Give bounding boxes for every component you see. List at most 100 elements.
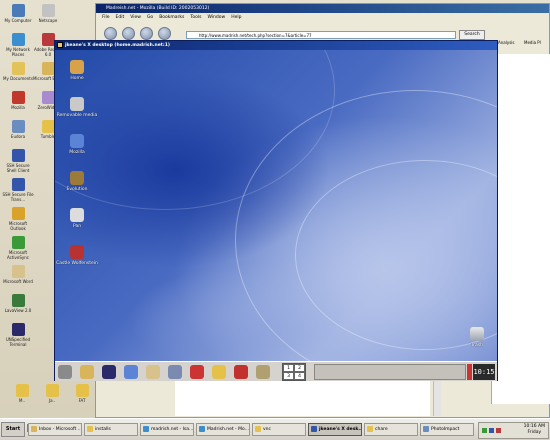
desktop-icon-glyph <box>41 91 55 104</box>
search-button[interactable]: Search <box>459 30 485 40</box>
taskbar-button[interactable]: madrish.net - Isa... <box>140 423 194 436</box>
desktop-icon[interactable]: Microsoft Outlook <box>2 207 34 231</box>
desktop-icon[interactable]: Eudora <box>2 120 34 139</box>
desktop-icon[interactable]: Netscape <box>32 4 64 23</box>
task-icon <box>31 426 37 432</box>
taskbar-button[interactable]: Madrish.net - Mo... <box>196 423 250 436</box>
desktop-icon[interactable]: My Documents <box>2 62 34 81</box>
panel-taskbar[interactable] <box>314 364 466 380</box>
taskbar-button[interactable]: PhotoImpact <box>420 423 474 436</box>
desktop-icon[interactable]: Microsoft ActiveSync <box>2 236 34 260</box>
vnc-title-bar[interactable]: jkeane's X desktop (home.madrish.net:1) <box>55 41 497 50</box>
url-input[interactable]: http://www.madrish.net/tech.php?section=… <box>186 31 456 39</box>
desktop-icon-glyph <box>11 4 25 17</box>
desktop-icon-label: Mozilla <box>11 105 25 110</box>
tray-alert-icon[interactable] <box>496 428 501 433</box>
pager-desktop-4[interactable]: 4 <box>294 372 305 380</box>
desktop-icon-bottom-2[interactable]: Ja.. <box>36 384 68 403</box>
desktop-icon[interactable]: SSH Secure File Trans... <box>2 178 34 202</box>
tray-network-icon[interactable] <box>482 428 487 433</box>
menu-item[interactable]: Tools <box>190 15 201 20</box>
kde-icon-glyph <box>70 97 84 111</box>
desktop-icon-glyph <box>11 236 25 249</box>
menu-item[interactable]: Go <box>147 15 153 20</box>
taskbar-button[interactable]: Inbox - Microsoft ... <box>28 423 82 436</box>
desktop-icon[interactable]: Microsoft Word <box>2 265 34 284</box>
desktop-icon-glyph <box>11 149 25 162</box>
menu-item[interactable]: Window <box>207 15 225 20</box>
task-label: madrish.net - Isa... <box>151 427 194 432</box>
desktop-icon[interactable]: My Network Places <box>2 33 34 57</box>
vnc-app-icon <box>57 42 63 48</box>
kde-desktop-icon[interactable]: Removable media <box>55 97 99 119</box>
media-player-label[interactable]: Media Pl <box>524 40 541 45</box>
pager-desktop-3[interactable]: 3 <box>283 372 294 380</box>
taskbar-button[interactable]: jkeane's X desk... <box>308 423 362 436</box>
kde-desktop-icon[interactable]: Mozilla <box>55 134 99 156</box>
mozilla-scrollbar[interactable] <box>433 378 441 416</box>
desktop-icon[interactable]: UNSpecified Terminal <box>2 323 34 347</box>
desktop-icon[interactable]: Mozilla <box>2 91 34 110</box>
virtual-desktop-pager[interactable]: 1 2 3 4 <box>282 363 306 381</box>
kde-desktop-icon[interactable]: Pan <box>55 208 99 230</box>
settings-icon[interactable] <box>168 365 182 379</box>
clock-day: Friday <box>527 430 542 435</box>
system-clock[interactable]: 10:16 AM Friday <box>524 424 545 436</box>
task-label: installs <box>95 427 111 432</box>
kde-icon-glyph <box>70 60 84 74</box>
kde-icon-label: Mozilla <box>69 150 85 155</box>
desktop-icon-label: Microsoft Word <box>3 279 33 284</box>
analysis-label[interactable]: Analysis <box>498 40 514 45</box>
desktop-icon[interactable]: SSH Secure Shell Client <box>2 149 34 173</box>
desktop-icon-glyph <box>41 4 55 17</box>
taskbar-button[interactable]: chare <box>364 423 418 436</box>
vnc-title-text: jkeane's X desktop (home.madrish.net:1) <box>65 43 170 48</box>
task-icon <box>367 426 373 432</box>
desktop-icon-bottom-3[interactable]: FAT <box>66 384 98 403</box>
forward-button[interactable] <box>122 27 135 40</box>
desktop-icon[interactable]: My Computer <box>2 4 34 23</box>
tool-icon[interactable] <box>256 365 270 379</box>
menu-item[interactable]: File <box>102 15 110 20</box>
tray-app-icon[interactable] <box>489 428 494 433</box>
pager-desktop-1[interactable]: 1 <box>283 364 294 372</box>
menu-item[interactable]: Bookmarks <box>159 15 184 20</box>
pen-icon[interactable] <box>146 365 160 379</box>
desktop-icon-label: Microsoft ActiveSync <box>6 250 29 260</box>
taskbar-button[interactable]: installs <box>84 423 138 436</box>
pager-desktop-2[interactable]: 2 <box>294 364 305 372</box>
desktop-icon[interactable]: LavaView 2.0 <box>2 294 34 313</box>
menu-item[interactable]: View <box>130 15 141 20</box>
kde-icon-glyph <box>70 245 84 259</box>
mozilla-title-bar[interactable]: Madreish.net - Mozilla (Build ID: 200205… <box>96 4 549 13</box>
desktop-icon-label: Eudora <box>10 134 26 139</box>
tray-indicator-icon[interactable] <box>467 364 472 380</box>
desktop-icon-bottom-1[interactable]: M.. <box>6 384 38 403</box>
back-button[interactable] <box>104 27 117 40</box>
kde-clock[interactable]: 10:15 <box>473 364 495 380</box>
desktop-icon-glyph <box>11 207 25 220</box>
mail-icon[interactable] <box>212 365 226 379</box>
editor-icon[interactable] <box>124 365 138 379</box>
menu-item[interactable]: Help <box>231 15 241 20</box>
kde-desktop-icon[interactable]: Castle Wolfenstein <box>55 245 99 267</box>
reload-button[interactable] <box>140 27 153 40</box>
vnc-window: jkeane's X desktop (home.madrish.net:1) … <box>54 40 498 381</box>
help-icon[interactable] <box>190 365 204 379</box>
gnome-foot-icon[interactable] <box>58 365 72 379</box>
desktop-icon-label: UNSpecified Terminal <box>5 337 31 347</box>
kde-desktop-icon[interactable]: Evolution <box>55 171 99 193</box>
desktop-icon-glyph <box>11 323 25 336</box>
desktop-icon-glyph <box>11 120 25 133</box>
kde-icon-glyph <box>70 171 84 185</box>
start-button[interactable]: Start <box>1 422 25 437</box>
terminal-icon[interactable] <box>102 365 116 379</box>
kde-desktop-icon[interactable]: Home <box>55 60 99 82</box>
taskbar-button[interactable]: vnc <box>252 423 306 436</box>
stop-button[interactable] <box>158 27 171 40</box>
folder-icon[interactable] <box>80 365 94 379</box>
lifebuoy-icon[interactable] <box>234 365 248 379</box>
desktop-icon-glyph <box>11 33 25 46</box>
menu-item[interactable]: Edit <box>116 15 125 20</box>
trash-icon[interactable]: Trash <box>455 327 497 349</box>
